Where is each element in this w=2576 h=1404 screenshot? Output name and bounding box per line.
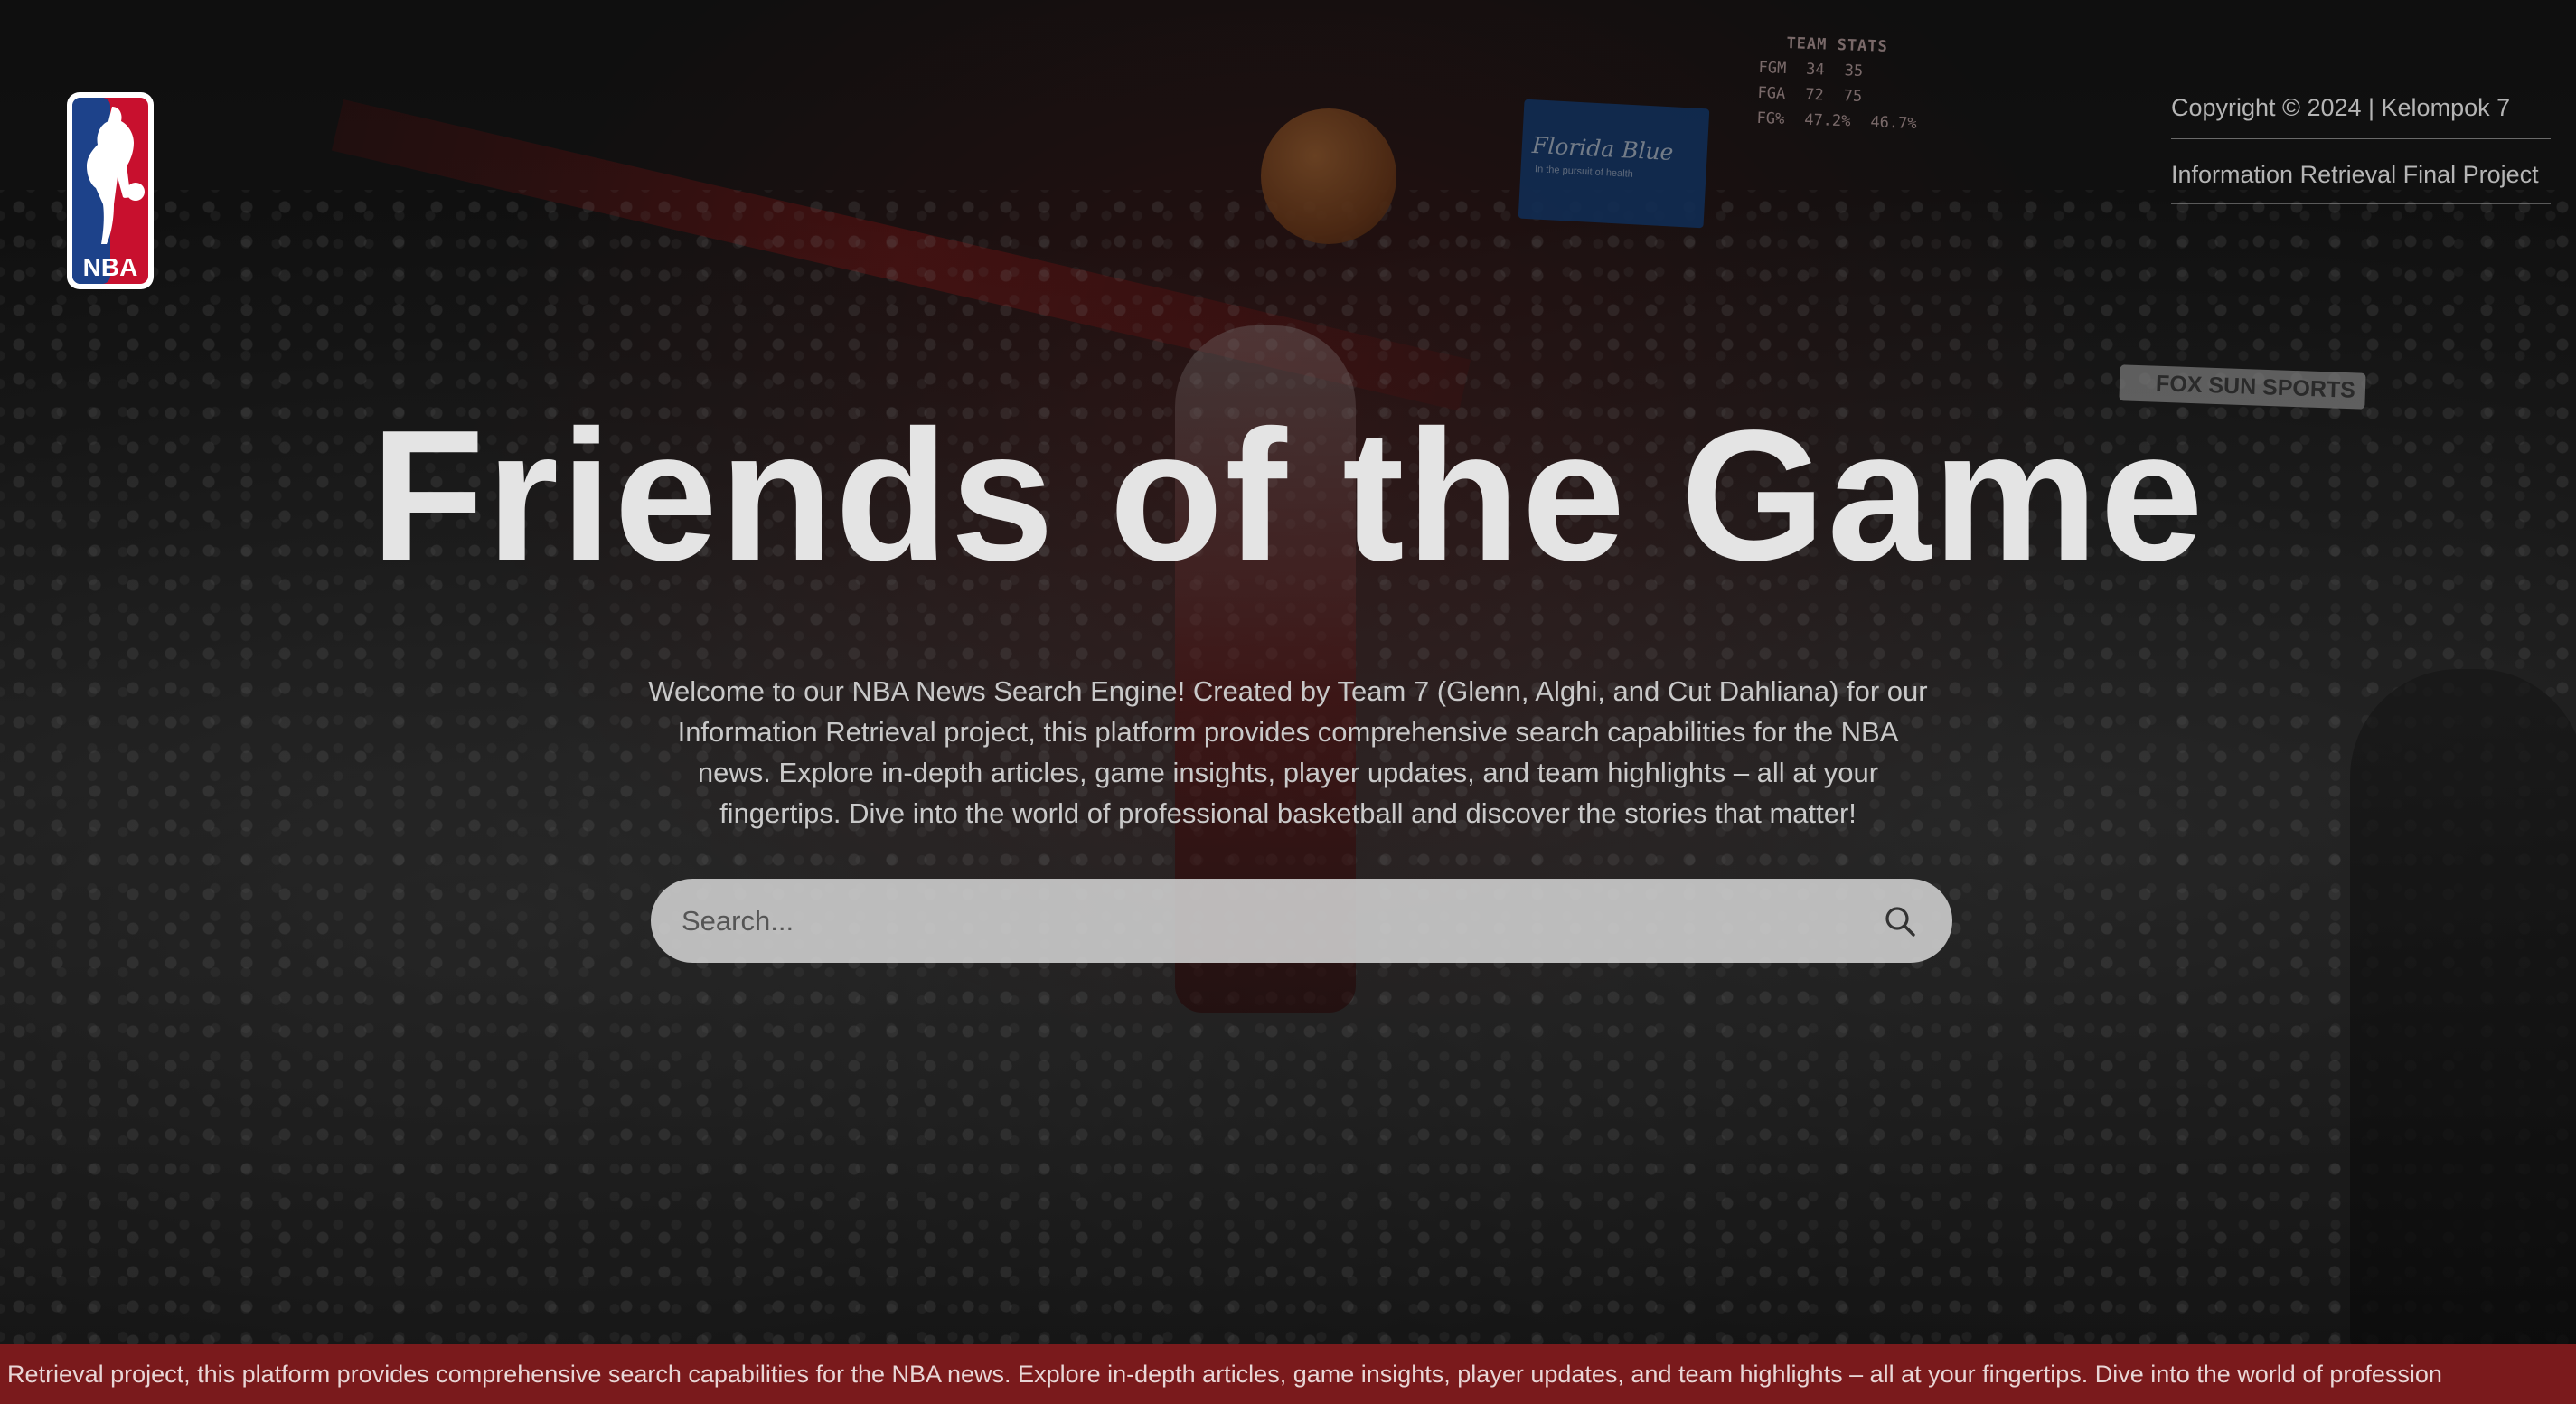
logo-text: NBA (83, 253, 138, 281)
header-credits: Copyright © 2024 | Kelompok 7 Informatio… (2171, 94, 2551, 204)
intro-description: Welcome to our NBA News Search Engine! C… (648, 675, 1928, 829)
copyright-text: Copyright © 2024 | Kelompok 7 (2171, 94, 2551, 139)
news-ticker: ation Retrieval project, this platform p… (0, 1344, 2576, 1404)
project-text: Information Retrieval Final Project (2171, 161, 2551, 204)
search-icon (1885, 906, 1915, 937)
search-bar[interactable] (651, 879, 1952, 963)
nba-logo[interactable]: NBA (65, 90, 155, 291)
search-input[interactable] (680, 903, 1876, 938)
ticker-text: ation Retrieval project, this platform p… (0, 1360, 2442, 1388)
search-button[interactable] (1876, 898, 1923, 945)
page-title: Friends of the Game (371, 391, 2205, 599)
